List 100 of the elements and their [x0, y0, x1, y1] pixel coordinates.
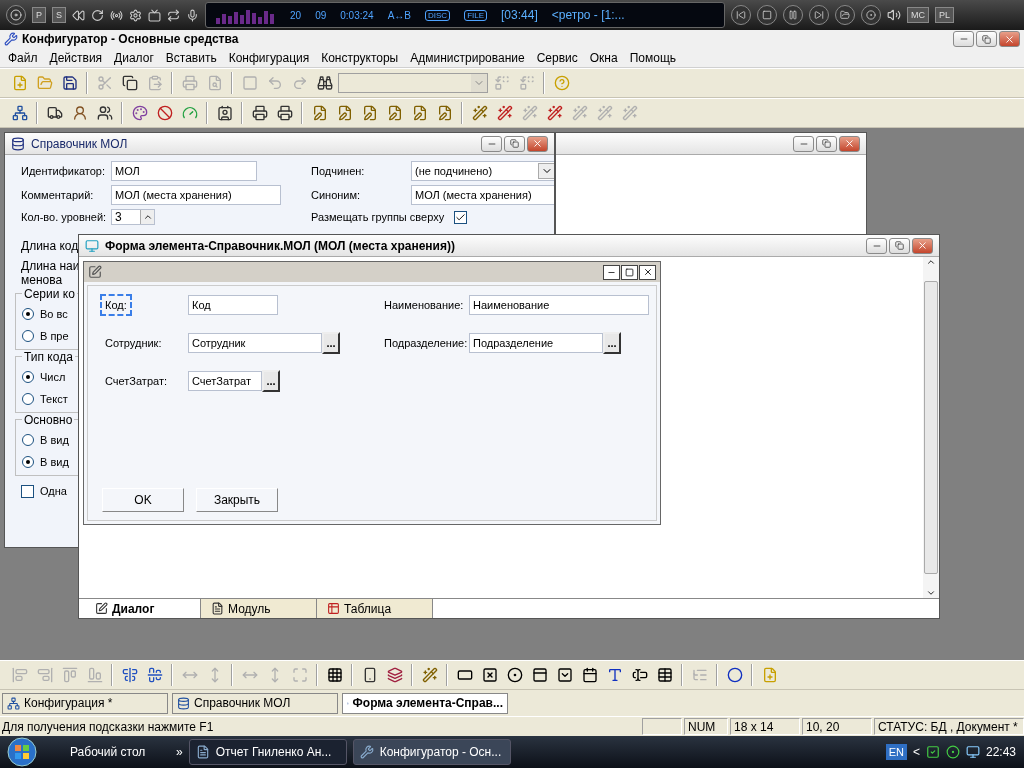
- wand-icon[interactable]: [421, 667, 438, 683]
- restore-button[interactable]: [976, 31, 997, 47]
- radio-button[interactable]: [22, 330, 34, 342]
- menu-item[interactable]: Администрирование: [404, 48, 531, 67]
- tab[interactable]: Модуль: [201, 599, 317, 618]
- save-icon[interactable]: [61, 75, 78, 91]
- button-control-icon[interactable]: [456, 667, 473, 683]
- gauge-icon[interactable]: [181, 105, 198, 121]
- input-field[interactable]: Подразделение: [469, 333, 603, 353]
- field-label[interactable]: Наименование:: [379, 294, 469, 316]
- contact-icon[interactable]: [216, 105, 233, 121]
- close-button[interactable]: [639, 264, 656, 280]
- next-icon[interactable]: [809, 5, 830, 25]
- dropdown-icon[interactable]: [556, 667, 573, 683]
- mic-icon[interactable]: [186, 8, 200, 22]
- document-edit-icon[interactable]: [361, 105, 378, 121]
- language-indicator[interactable]: EN: [885, 744, 907, 760]
- grid-icon[interactable]: [326, 667, 343, 683]
- radio-button[interactable]: [22, 371, 34, 383]
- select-button[interactable]: ...: [262, 370, 280, 392]
- layers-icon[interactable]: [386, 667, 403, 683]
- menu-item[interactable]: Конструкторы: [315, 48, 405, 67]
- menu-item[interactable]: Диалог: [108, 48, 160, 67]
- scrollbar[interactable]: [923, 257, 939, 598]
- spin-field[interactable]: 3: [111, 209, 155, 225]
- input-field[interactable]: МОЛ: [111, 161, 257, 181]
- input-field[interactable]: Код: [188, 295, 278, 315]
- truck-icon[interactable]: [46, 105, 63, 121]
- volume-icon[interactable]: [887, 8, 902, 22]
- document-edit-icon[interactable]: [336, 105, 353, 121]
- dropdown-field[interactable]: (не подчинено): [411, 161, 554, 181]
- radio-button[interactable]: [22, 308, 34, 320]
- text-icon[interactable]: [606, 667, 623, 683]
- field-label[interactable]: СчетЗатрат:: [100, 370, 172, 392]
- document-edit-icon[interactable]: [386, 105, 403, 121]
- menu-item[interactable]: Действия: [43, 48, 109, 67]
- taskbar-button[interactable]: Отчет Гниленко Ан...: [188, 739, 347, 765]
- input-field[interactable]: МОЛ (места хранения): [411, 185, 554, 205]
- radio-button[interactable]: [22, 393, 34, 405]
- tray-toggle[interactable]: <: [912, 745, 920, 759]
- player-button[interactable]: P: [32, 7, 46, 23]
- window-tab[interactable]: Форма элемента-Справ...: [342, 692, 508, 714]
- radio-button[interactable]: [22, 434, 34, 446]
- stop-icon[interactable]: [757, 5, 778, 25]
- tree-icon[interactable]: [11, 105, 28, 121]
- tray-icon[interactable]: [965, 745, 980, 759]
- input-field[interactable]: Сотрудник: [188, 333, 322, 353]
- field-label[interactable]: Код:: [100, 294, 132, 316]
- repeat-icon[interactable]: [167, 8, 181, 22]
- restore-button[interactable]: [816, 135, 837, 152]
- tab[interactable]: Таблица: [317, 599, 433, 618]
- input-field[interactable]: МОЛ (места хранения): [111, 185, 281, 205]
- tv-icon[interactable]: [148, 8, 162, 22]
- window-tab[interactable]: Справочник МОЛ: [172, 692, 338, 714]
- document-edit-icon[interactable]: [311, 105, 328, 121]
- minimize-button[interactable]: [603, 264, 620, 280]
- input-field[interactable]: СчетЗатрат: [188, 371, 262, 391]
- wand-icon[interactable]: [546, 105, 563, 121]
- center-horizontal-icon[interactable]: [146, 667, 163, 683]
- checkbox[interactable]: [454, 210, 468, 224]
- restore-button[interactable]: [504, 135, 525, 152]
- desktop-label[interactable]: Рабочий стол: [70, 745, 170, 759]
- input-icon[interactable]: [631, 667, 648, 683]
- taskbar-button[interactable]: Конфигуратор - Осн...: [352, 739, 511, 765]
- ab-repeat[interactable]: A↔B: [387, 9, 411, 21]
- pause-icon[interactable]: [783, 5, 804, 25]
- select-button[interactable]: ...: [322, 332, 340, 354]
- record-icon[interactable]: [861, 5, 882, 25]
- ball-icon[interactable]: [726, 667, 743, 683]
- player-button[interactable]: S: [52, 7, 67, 23]
- printer-icon[interactable]: [251, 105, 268, 121]
- tray-icon[interactable]: [945, 745, 960, 759]
- menu-item[interactable]: Конфигурация: [222, 48, 316, 67]
- tray-icon[interactable]: [925, 745, 940, 759]
- select-button[interactable]: ...: [603, 332, 621, 354]
- field-label[interactable]: Сотрудник:: [100, 332, 167, 354]
- more-toggle[interactable]: »: [176, 745, 183, 759]
- settings-icon[interactable]: [129, 8, 143, 22]
- player-button[interactable]: MC: [907, 7, 930, 23]
- restore-button[interactable]: [889, 237, 910, 254]
- binoculars-icon[interactable]: [316, 75, 333, 91]
- person-icon[interactable]: [71, 105, 88, 121]
- menu-item[interactable]: Вставить: [159, 48, 223, 67]
- ban-icon[interactable]: [156, 105, 173, 121]
- reload-icon[interactable]: [91, 8, 105, 22]
- document-edit-icon[interactable]: [436, 105, 453, 121]
- menu-item[interactable]: Окна: [583, 48, 624, 67]
- palette-icon[interactable]: [131, 105, 148, 121]
- document-edit-icon[interactable]: [411, 105, 428, 121]
- radio-icon[interactable]: [110, 8, 124, 22]
- people-icon[interactable]: [96, 105, 113, 121]
- maximize-button[interactable]: [621, 264, 638, 280]
- checkbox-icon[interactable]: [481, 667, 498, 683]
- radio-button[interactable]: [22, 456, 34, 468]
- menu-item[interactable]: Файл: [2, 48, 44, 67]
- input-field[interactable]: Наименование: [469, 295, 649, 315]
- window-tab[interactable]: Конфигурация *: [2, 692, 168, 714]
- wand-icon[interactable]: [496, 105, 513, 121]
- close-form-button[interactable]: Закрыть: [196, 488, 278, 512]
- calendar-icon[interactable]: [581, 667, 598, 683]
